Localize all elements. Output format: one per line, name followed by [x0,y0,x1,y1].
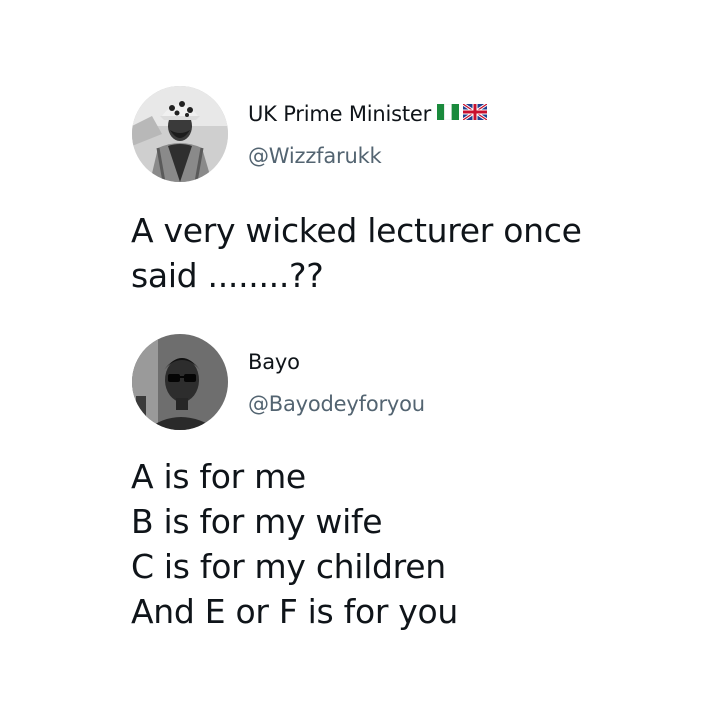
author-name-line: UK Prime Minister [248,102,488,126]
avatar[interactable] [132,86,228,182]
tweet-text-line: B is for my wife [131,502,383,541]
nigeria-flag-icon [437,103,460,124]
tweet-text-line: A is for me [131,457,306,496]
display-name[interactable]: UK Prime Minister [248,102,431,126]
tweet-text-line: A very wicked lecturer once [131,211,582,250]
tweet-text-line: And E or F is for you [131,592,459,631]
username-handle[interactable]: @Bayodeyforyou [248,392,425,416]
uk-flag-icon [462,102,488,124]
username-handle[interactable]: @Wizzfarukk [248,144,382,168]
avatar[interactable] [132,334,228,430]
avatar-photo-icon [132,86,228,182]
tweet-text-line: said ........?? [131,256,324,295]
avatar-photo-icon [132,334,228,430]
display-name[interactable]: Bayo [248,350,300,374]
tweet-text: A very wicked lecturer once said .......… [131,208,691,298]
tweet-text: A is for me B is for my wife C is for my… [131,454,691,634]
author-name-line: Bayo [248,350,300,374]
tweet-text-line: C is for my children [131,547,446,586]
